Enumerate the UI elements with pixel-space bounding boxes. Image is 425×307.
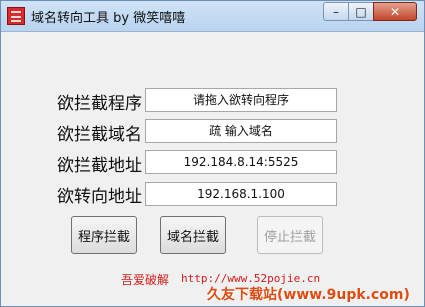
- program-field[interactable]: 请拖入欲转向程序: [145, 88, 337, 112]
- app-window: 域名转向工具 by 微笑嘻嘻 – □ ✕ 欲拦截程序 请拖入欲转向程序 欲拦截域…: [0, 0, 425, 307]
- credit-text: 吾爱破解: [121, 273, 170, 287]
- stop-block-button[interactable]: 停止拦截: [257, 216, 323, 254]
- label-redirect-address: 欲转向地址: [57, 187, 142, 207]
- close-icon: ✕: [389, 4, 401, 19]
- domain-field[interactable]: 疏 输入域名: [145, 119, 337, 143]
- close-button[interactable]: ✕: [373, 2, 417, 21]
- title-bar[interactable]: 域名转向工具 by 微笑嘻嘻 – □ ✕: [1, 1, 424, 32]
- block-address-field[interactable]: 192.184.8.14:5525: [145, 150, 337, 174]
- maximize-icon: □: [355, 4, 367, 19]
- maximize-button[interactable]: □: [348, 2, 374, 21]
- redirect-address-field[interactable]: 192.168.1.100: [145, 182, 337, 206]
- label-block-address: 欲拦截地址: [57, 156, 142, 176]
- minimize-icon: –: [333, 4, 339, 19]
- watermark-text: 久友下载站(www.9upk.com): [207, 287, 410, 303]
- app-icon: [7, 7, 25, 25]
- label-block-domain: 欲拦截域名: [57, 125, 142, 145]
- block-domain-button[interactable]: 域名拦截: [160, 216, 226, 254]
- window-title: 域名转向工具 by 微笑嘻嘻: [31, 11, 186, 26]
- label-block-program: 欲拦截程序: [57, 94, 142, 114]
- block-program-button[interactable]: 程序拦截: [71, 216, 137, 254]
- minimize-button[interactable]: –: [323, 2, 349, 21]
